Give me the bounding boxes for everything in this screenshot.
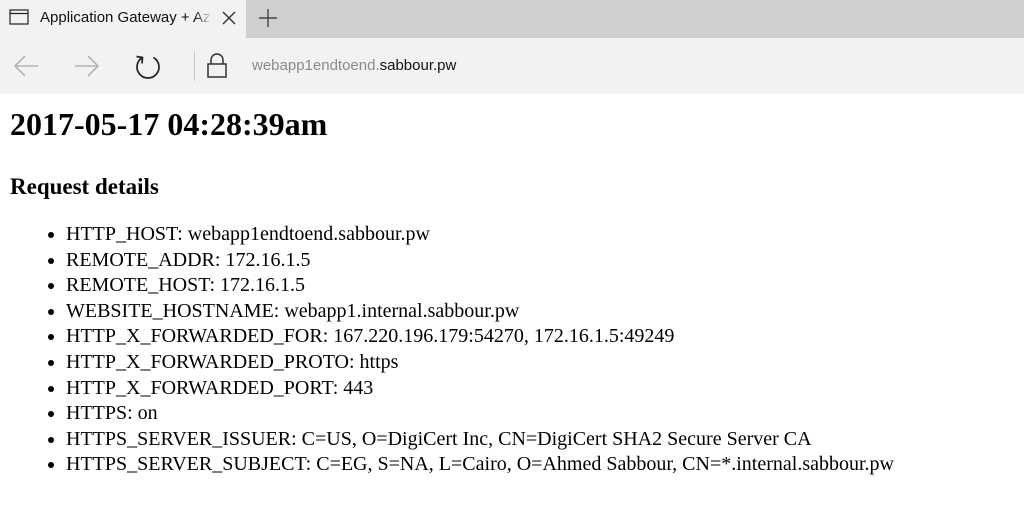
page-content: 2017-05-17 04:28:39am Request details HT…	[10, 94, 1014, 478]
plus-icon[interactable]	[257, 7, 279, 29]
address-subdomain: webapp1endtoend.	[252, 57, 380, 74]
close-icon[interactable]	[219, 8, 239, 28]
list-item: HTTPS_SERVER_SUBJECT: C=EG, S=NA, L=Cair…	[66, 452, 1014, 478]
section-title: Request details	[10, 174, 159, 199]
address-separator	[194, 51, 195, 81]
page-timestamp: 2017-05-17 04:28:39am	[10, 106, 328, 142]
list-item: WEBSITE_HOSTNAME: webapp1.internal.sabbo…	[66, 299, 1014, 325]
refresh-icon[interactable]	[134, 52, 162, 80]
address-domain: sabbour.pw	[379, 57, 457, 74]
list-item: HTTP_X_FORWARDED_PORT: 443	[66, 376, 1014, 402]
window-icon	[9, 9, 29, 25]
list-item: HTTP_X_FORWARDED_FOR: 167.220.196.179:54…	[66, 324, 1014, 350]
browser-tab[interactable]: Application Gateway + Azure Web Apps	[0, 0, 246, 38]
list-item: HTTPS_SERVER_ISSUER: C=US, O=DigiCert In…	[66, 427, 1014, 453]
request-details-list: HTTP_HOST: webapp1endtoend.sabbour.pw RE…	[10, 222, 1014, 478]
list-item: HTTP_HOST: webapp1endtoend.sabbour.pw	[66, 222, 1014, 248]
list-item: REMOTE_ADDR: 172.16.1.5	[66, 248, 1014, 274]
tab-strip: Application Gateway + Azure Web Apps	[0, 0, 1024, 38]
lock-icon[interactable]	[205, 52, 229, 80]
back-arrow-icon[interactable]	[12, 52, 40, 80]
list-item: REMOTE_HOST: 172.16.1.5	[66, 273, 1014, 299]
navigation-bar: webapp1endtoend.sabbour.pw	[0, 38, 1024, 94]
list-item: HTTP_X_FORWARDED_PROTO: https	[66, 350, 1014, 376]
forward-arrow-icon[interactable]	[73, 52, 101, 80]
list-item: HTTPS: on	[66, 401, 1014, 427]
address-bar[interactable]: webapp1endtoend.sabbour.pw	[252, 57, 456, 74]
tab-title: Application Gateway + Azure Web Apps	[40, 9, 212, 26]
